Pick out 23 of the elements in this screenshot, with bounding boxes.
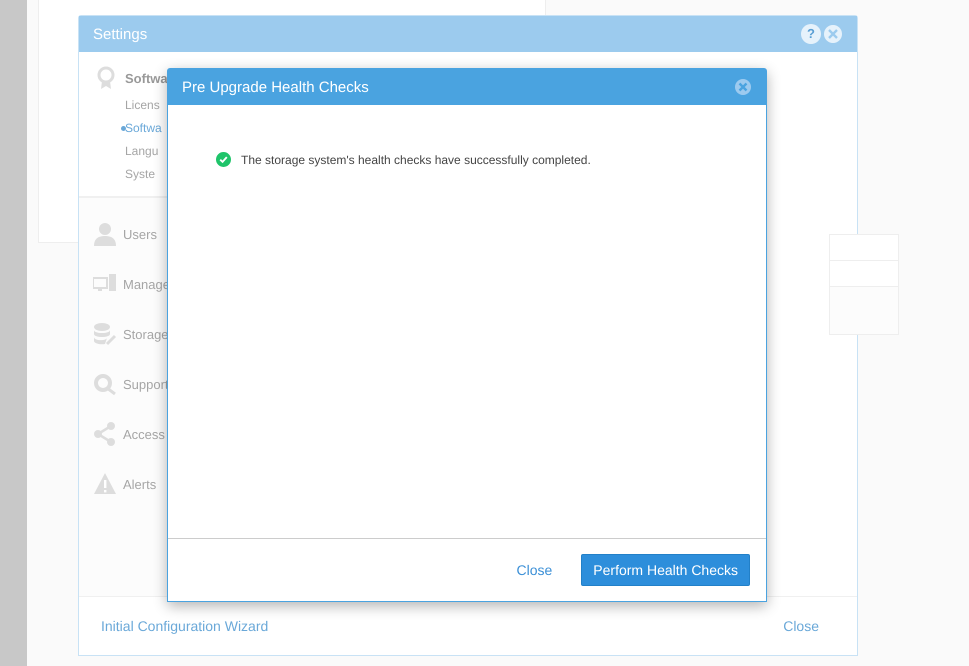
- nav-item[interactable]: Access: [123, 426, 165, 442]
- user-icon: [93, 222, 117, 246]
- perform-health-checks-button[interactable]: Perform Health Checks: [581, 554, 750, 586]
- award-icon: [95, 66, 117, 90]
- window-title: Settings: [93, 26, 148, 42]
- nav-item[interactable]: Users: [123, 226, 157, 242]
- nav-item[interactable]: Alerts: [123, 476, 156, 492]
- check-icon: [216, 152, 231, 167]
- nav-group-label[interactable]: Softwa: [125, 70, 168, 86]
- database-icon: [93, 322, 117, 346]
- nav-item[interactable]: Manage: [123, 276, 170, 292]
- status-message: The storage system's health checks have successfully completed.: [241, 152, 591, 166]
- warning-icon: [93, 472, 117, 496]
- dialog-title: Pre Upgrade Health Checks: [182, 78, 369, 96]
- share-icon: [93, 422, 117, 446]
- close-link[interactable]: Close: [516, 562, 552, 578]
- help-button[interactable]: ?: [801, 24, 821, 44]
- nav-item[interactable]: Storage: [123, 326, 169, 342]
- close-icon[interactable]: [823, 24, 843, 44]
- nav-item[interactable]: Support: [123, 376, 169, 392]
- close-icon[interactable]: [734, 78, 752, 96]
- wizard-link[interactable]: Initial Configuration Wizard: [101, 618, 268, 634]
- close-link[interactable]: Close: [783, 618, 819, 634]
